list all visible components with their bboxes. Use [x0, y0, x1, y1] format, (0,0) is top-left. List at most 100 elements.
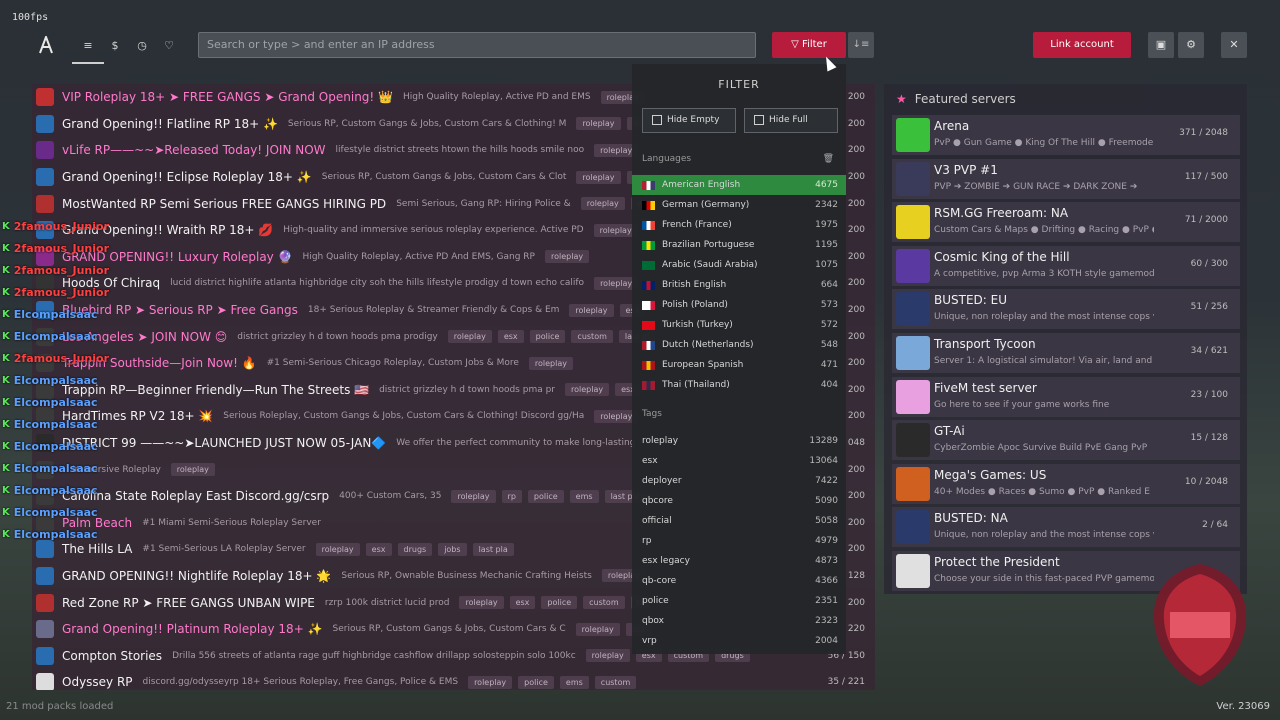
tag-option[interactable]: roleplay 13289 [632, 431, 846, 451]
featured-server-item[interactable]: Transport Tycoon Server 1: A logistical s… [892, 333, 1240, 373]
history-icon[interactable]: ◷ [132, 36, 152, 56]
tag-label: rp [642, 536, 652, 546]
favorites-icon[interactable]: ♡ [159, 36, 179, 56]
chat-player-name: Elcompalsaac [13, 461, 98, 475]
tag-count: 13289 [809, 436, 838, 446]
server-tag: roleplay [575, 622, 620, 636]
chat-player-name: Elcompalsaac [13, 307, 98, 321]
hide-full-toggle[interactable]: Hide Full [744, 108, 838, 133]
featured-server-icon [896, 205, 930, 240]
tag-count: 13064 [809, 456, 838, 466]
tags-heading: Tags [642, 409, 662, 419]
language-option[interactable]: German (Germany) 2342 [632, 195, 846, 215]
tag-label: police [642, 596, 669, 606]
chat-line: K Elcompalsaac [2, 303, 182, 325]
tag-count: 5090 [815, 496, 838, 506]
sort-button[interactable]: ↓≡ [848, 32, 874, 58]
featured-server-item[interactable]: GT-Ai CyberZombie Apoc Survive Build PvE … [892, 420, 1240, 461]
server-list-icon[interactable]: ≡ [72, 36, 104, 64]
language-option[interactable]: Dutch (Netherlands) 548 [632, 335, 846, 355]
sort-icon: ↓≡ [852, 39, 870, 50]
language-option[interactable]: Thai (Thailand) 404 [632, 375, 846, 395]
server-tag: roleplay [468, 675, 513, 689]
language-option[interactable]: European Spanish 471 [632, 355, 846, 375]
featured-server-description: Go here to see if your game works fine [934, 399, 1110, 410]
tag-option[interactable]: rp 4979 [632, 531, 846, 551]
server-tag: roleplay [451, 489, 496, 503]
featured-server-item[interactable]: BUSTED: EU Unique, non roleplay and the m… [892, 289, 1240, 330]
tag-option[interactable]: deployer 7422 [632, 471, 846, 491]
hide-empty-toggle[interactable]: Hide Empty [642, 108, 736, 133]
chat-key-icon: K [2, 440, 10, 452]
tag-option[interactable]: qbox 2323 [632, 611, 846, 631]
server-description: 400+ Custom Cars, 35 [339, 491, 442, 502]
tag-option[interactable]: vrp 2004 [632, 631, 846, 651]
featured-server-item[interactable]: FiveM test server Go here to see if your … [892, 376, 1240, 417]
featured-server-item[interactable]: BUSTED: NA Unique, non roleplay and the m… [892, 507, 1240, 548]
player-count: 35 / 221 [827, 677, 865, 688]
server-description: Serious RP, Ownable Business Mechanic Cr… [341, 570, 592, 581]
link-account-button[interactable]: Link account [1033, 32, 1131, 58]
featured-server-item[interactable]: RSM.GG Freeroam: NA Custom Cars & Maps ● … [892, 202, 1240, 243]
language-option[interactable]: Arabic (Saudi Arabia) 1075 [632, 255, 846, 275]
close-icon[interactable]: ✕ [1221, 32, 1247, 58]
chat-player-name: Elcompalsaac [13, 329, 98, 343]
tag-option[interactable]: police 2351 [632, 591, 846, 611]
featured-server-item[interactable]: Arena PvP ● Gun Game ● King Of The Hill ●… [892, 115, 1240, 155]
language-count: 1075 [815, 260, 838, 270]
tag-option[interactable]: official 5058 [632, 511, 846, 531]
notifications-icon[interactable]: ▣ [1148, 32, 1174, 58]
tag-option[interactable]: esx 13064 [632, 451, 846, 471]
store-icon[interactable]: $ [105, 36, 125, 56]
server-tag: esx [509, 596, 536, 610]
search-input[interactable]: Search or type > and enter an IP address [198, 32, 756, 58]
server-tag: roleplay [565, 383, 610, 397]
server-tag: custom [594, 675, 637, 689]
flag-icon [642, 321, 655, 330]
language-option[interactable]: Polish (Poland) 573 [632, 295, 846, 315]
tag-label: vrp [642, 636, 657, 646]
server-icon [36, 646, 54, 665]
featured-server-icon [896, 161, 930, 196]
player-count: 200 [847, 118, 865, 129]
top-bar: ≡ $ ◷ ♡ Search or type > and enter an IP… [0, 32, 1280, 64]
tag-option[interactable]: qb-core 4366 [632, 571, 846, 591]
server-row[interactable]: Odyssey RP discord.gg/odysseyrp 18+ Serio… [32, 669, 875, 690]
server-tag: police [518, 675, 554, 689]
language-count: 573 [820, 300, 838, 310]
featured-server-icon [896, 554, 930, 588]
language-option[interactable]: Turkish (Turkey) 572 [632, 315, 846, 335]
clear-languages-icon[interactable]: 🗑 [823, 154, 834, 164]
chat-player-name: Elcompalsaac [13, 439, 98, 453]
language-label: American English [662, 180, 741, 190]
featured-server-icon [896, 510, 930, 545]
tag-count: 4979 [815, 536, 838, 546]
chat-key-icon: K [2, 506, 10, 518]
featured-server-item[interactable]: V3 PVP #1 PVP ➔ ZOMBIE ➔ GUN RACE ➔ DARK … [892, 158, 1240, 199]
featured-server-item[interactable]: Cosmic King of the Hill A competitive, pv… [892, 245, 1240, 286]
app-logo-icon[interactable] [38, 36, 54, 54]
server-tag: roleplay [569, 303, 614, 317]
player-count: 048 [847, 438, 865, 449]
tag-option[interactable]: esx legacy 4873 [632, 551, 846, 571]
tag-count: 2323 [815, 616, 838, 626]
language-option[interactable]: British English 664 [632, 275, 846, 295]
featured-server-icon [896, 292, 930, 327]
tag-option[interactable]: qbcore 5090 [632, 491, 846, 511]
chat-player-name: 2famous_Junior [13, 285, 110, 299]
version-label: Ver. 23069 [1216, 701, 1270, 712]
server-description: Semi Serious, Gang RP: Hiring Police & [396, 198, 571, 209]
language-count: 2342 [815, 200, 838, 210]
featured-server-name: Transport Tycoon [934, 337, 1036, 351]
player-count: 200 [847, 464, 865, 475]
settings-icon[interactable]: ⚙ [1178, 32, 1204, 58]
featured-server-item[interactable]: Mega's Games: US 40+ Modes ● Races ● Sumo… [892, 463, 1240, 504]
language-option[interactable]: French (France) 1975 [632, 215, 846, 235]
filter-button[interactable]: ▽ Filter [772, 32, 846, 58]
server-name: Red Zone RP ➤ FREE GANGS UNBAN WIPE [62, 595, 315, 610]
tag-label: deployer [642, 476, 682, 486]
featured-server-name: RSM.GG Freeroam: NA [934, 206, 1069, 221]
language-option[interactable]: American English 4675 [632, 175, 846, 195]
server-description: lifestyle district streets htown the hil… [335, 145, 585, 156]
language-option[interactable]: Brazilian Portuguese 1195 [632, 235, 846, 255]
